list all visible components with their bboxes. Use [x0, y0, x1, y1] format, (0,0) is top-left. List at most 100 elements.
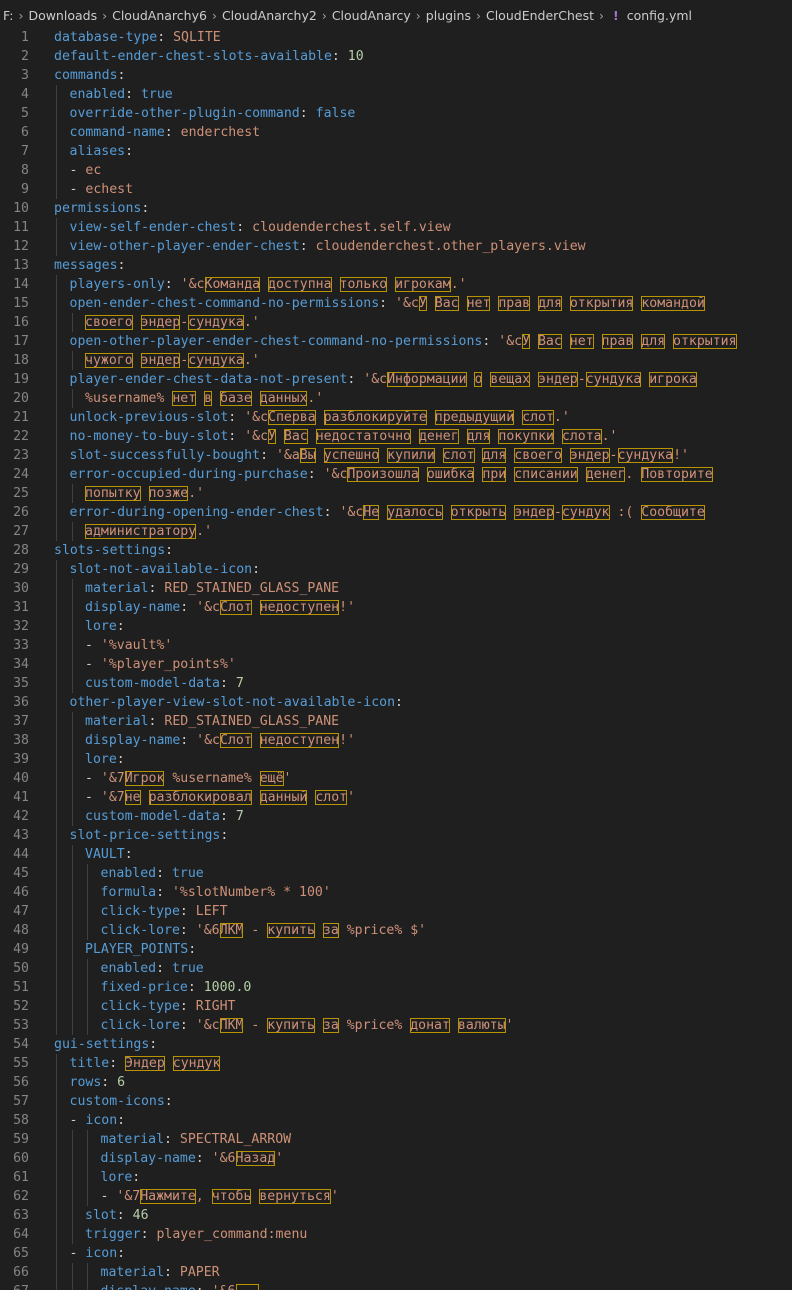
- code-line[interactable]: 48 click-lore: '&6ЛКМ - купить за %price%…: [0, 921, 792, 940]
- code-line[interactable]: 42 custom-model-data: 7: [0, 807, 792, 826]
- breadcrumb-item[interactable]: CloudAnarcy: [332, 8, 411, 23]
- code-line[interactable]: 67 display-name: '&6...: [0, 1282, 792, 1290]
- code-text: fixed-price: 1000.0: [101, 978, 252, 997]
- code-text: - '&7не разблокировал данный слот': [85, 788, 355, 807]
- highlighted-token: не: [124, 790, 141, 805]
- code-line[interactable]: 64 trigger: player_command:menu: [0, 1225, 792, 1244]
- code-line[interactable]: 34 - '%player_points%': [0, 655, 792, 674]
- code-line[interactable]: 5 override-other-plugin-command: false: [0, 104, 792, 123]
- code-line[interactable]: 54 gui-settings:: [0, 1035, 792, 1054]
- code-line[interactable]: 1 database-type: SQLITE: [0, 28, 792, 47]
- code-line[interactable]: 22 no-money-to-buy-slot: '&cУ Вас недоста…: [0, 427, 792, 446]
- breadcrumb-item[interactable]: Downloads: [28, 8, 97, 23]
- code-line[interactable]: 28 slots-settings:: [0, 541, 792, 560]
- code-line[interactable]: 47 click-type: LEFT: [0, 902, 792, 921]
- code-line[interactable]: 43 slot-price-settings:: [0, 826, 792, 845]
- code-line[interactable]: 16 своего эндер-сундука.': [0, 313, 792, 332]
- code-line[interactable]: 52 click-type: RIGHT: [0, 997, 792, 1016]
- code-line[interactable]: 45 enabled: true: [0, 864, 792, 883]
- code-text: slot-not-available-icon:: [70, 560, 261, 579]
- code-line[interactable]: 36 other-player-view-slot-not-available-i…: [0, 693, 792, 712]
- code-line[interactable]: 30 material: RED_STAINED_GLASS_PANE: [0, 579, 792, 598]
- breadcrumb-item[interactable]: CloudAnarchy2: [222, 8, 317, 23]
- highlighted-token: сундук: [561, 505, 610, 520]
- code-line[interactable]: 18 чужого эндер-сундука.': [0, 351, 792, 370]
- breadcrumb-item[interactable]: CloudEnderChest: [486, 8, 594, 23]
- code-token: :: [347, 372, 364, 387]
- code-token: '%player_points%': [100, 657, 236, 672]
- code-token: :: [180, 733, 197, 748]
- code-line[interactable]: 17 open-other-player-ender-chest-command-…: [0, 332, 792, 351]
- code-line[interactable]: 40 - '&7Игрок %username% ещё': [0, 769, 792, 788]
- code-token: material: [85, 581, 149, 596]
- code-line[interactable]: 56 rows: 6: [0, 1073, 792, 1092]
- code-line[interactable]: 29 slot-not-available-icon:: [0, 560, 792, 579]
- code-line[interactable]: 44 VAULT:: [0, 845, 792, 864]
- code-line[interactable]: 13 messages:: [0, 256, 792, 275]
- code-line[interactable]: 39 lore:: [0, 750, 792, 769]
- code-line[interactable]: 4 enabled: true: [0, 85, 792, 104]
- line-number: 9: [21, 182, 29, 197]
- code-line[interactable]: 60 display-name: '&6Назад': [0, 1149, 792, 1168]
- code-text: - '&7Игрок %username% ещё': [85, 769, 291, 788]
- code-line[interactable]: 26 error-during-opening-ender-chest: '&cН…: [0, 503, 792, 522]
- code-line[interactable]: 8 - ec: [0, 161, 792, 180]
- code-line[interactable]: 21 unlock-previous-slot: '&cСперва разбло…: [0, 408, 792, 427]
- code-line[interactable]: 46 formula: '%slotNumber% * 100': [0, 883, 792, 902]
- code-line[interactable]: 7 aliases:: [0, 142, 792, 161]
- highlighted-token: купить: [267, 1018, 315, 1033]
- code-line[interactable]: 49 PLAYER_POINTS:: [0, 940, 792, 959]
- code-line[interactable]: 9 - echest: [0, 180, 792, 199]
- code-line[interactable]: 27 администратору.': [0, 522, 792, 541]
- code-line[interactable]: 57 custom-icons:: [0, 1092, 792, 1111]
- code-line[interactable]: 66 material: PAPER: [0, 1263, 792, 1282]
- code-line[interactable]: 3 commands:: [0, 66, 792, 85]
- code-line[interactable]: 63 slot: 46: [0, 1206, 792, 1225]
- code-line[interactable]: 62 - '&7Нажмите, чтобь вернуться': [0, 1187, 792, 1206]
- code-text: no-money-to-buy-slot: '&cУ Вас недостато…: [70, 427, 618, 446]
- code-line[interactable]: 15 open-ender-chest-command-no-permission…: [0, 294, 792, 313]
- code-token: :: [228, 410, 245, 425]
- code-line[interactable]: 2 default-ender-chest-slots-available: 10: [0, 47, 792, 66]
- code-line[interactable]: 51 fixed-price: 1000.0: [0, 978, 792, 997]
- code-editor[interactable]: 1 database-type: SQLITE 2 default-ender-che…: [0, 28, 792, 1290]
- line-number: 46: [13, 885, 29, 900]
- code-line[interactable]: 50 enabled: true: [0, 959, 792, 978]
- indent-guide: [71, 959, 73, 978]
- code-line[interactable]: 55 title: Эндер сундук: [0, 1054, 792, 1073]
- highlighted-token: донат: [410, 1018, 450, 1033]
- code-line[interactable]: 58 - icon:: [0, 1111, 792, 1130]
- code-line[interactable]: 20 %username% нет в базе данных.': [0, 389, 792, 408]
- code-line[interactable]: 37 material: RED_STAINED_GLASS_PANE: [0, 712, 792, 731]
- code-line[interactable]: 14 players-only: '&cКоманда доступна толь…: [0, 275, 792, 294]
- code-line[interactable]: 32 lore:: [0, 617, 792, 636]
- code-line[interactable]: 61 lore:: [0, 1168, 792, 1187]
- code-line[interactable]: 11 view-self-ender-chest: cloudenderchest…: [0, 218, 792, 237]
- code-line[interactable]: 6 command-name: enderchest: [0, 123, 792, 142]
- breadcrumb-file[interactable]: config.yml: [627, 8, 692, 23]
- indent-guide: [56, 902, 57, 921]
- breadcrumb-item[interactable]: plugins: [426, 8, 471, 23]
- code-line[interactable]: 12 view-other-player-ender-chest: clouden…: [0, 237, 792, 256]
- code-token: aliases: [69, 144, 126, 159]
- code-token: 7: [235, 676, 244, 691]
- indent-guide: [71, 731, 73, 750]
- code-line[interactable]: 33 - '%vault%': [0, 636, 792, 655]
- code-line[interactable]: 59 material: SPECTRAL_ARROW: [0, 1130, 792, 1149]
- code-line[interactable]: 10 permissions:: [0, 199, 792, 218]
- breadcrumb-item[interactable]: F:: [3, 8, 13, 23]
- code-line[interactable]: 24 error-occupied-during-purchase: '&cПро…: [0, 465, 792, 484]
- code-line[interactable]: 35 custom-model-data: 7: [0, 674, 792, 693]
- code-line[interactable]: 23 slot-successfully-bought: '&aВы успешн…: [0, 446, 792, 465]
- code-line[interactable]: 65 - icon:: [0, 1244, 792, 1263]
- code-line[interactable]: 25 попытку позже.': [0, 484, 792, 503]
- code-token: .': [553, 410, 570, 425]
- code-line[interactable]: 31 display-name: '&cСлот недоступен!': [0, 598, 792, 617]
- breadcrumb-item[interactable]: CloudAnarchy6: [112, 8, 207, 23]
- code-line[interactable]: 53 click-lore: '&cПКМ - купить за %price%…: [0, 1016, 792, 1035]
- code-token: .': [188, 486, 205, 501]
- code-line[interactable]: 41 - '&7не разблокировал данный слот': [0, 788, 792, 807]
- code-line[interactable]: 38 display-name: '&cСлот недоступен!': [0, 731, 792, 750]
- code-line[interactable]: 19 player-ender-chest-data-not-present: '…: [0, 370, 792, 389]
